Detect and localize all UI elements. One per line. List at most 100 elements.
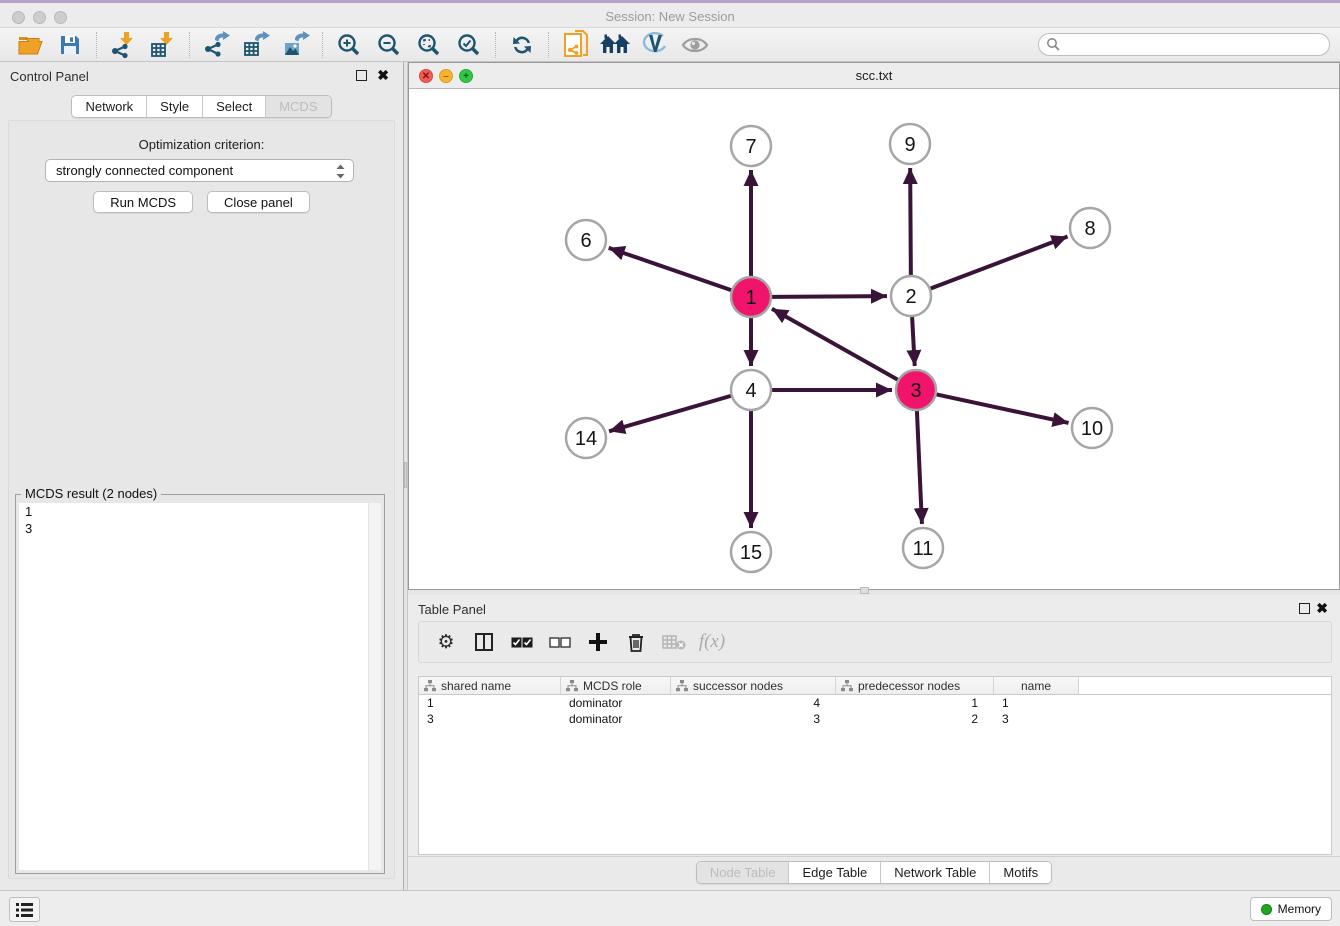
cell-predecessor-nodes[interactable]: 1 <box>836 695 994 711</box>
home-networks-icon[interactable] <box>595 29 635 61</box>
status-bar: Memory <box>0 890 1340 926</box>
run-mcds-button[interactable]: Run MCDS <box>93 191 193 213</box>
graph-edge-2-8[interactable] <box>931 237 1068 289</box>
list-icon <box>16 903 33 917</box>
control-panel-close-icon[interactable]: ✖ <box>377 67 389 83</box>
table-header: shared name MCDS role successor nodes pr… <box>419 676 1331 695</box>
zoom-fit-icon[interactable] <box>409 29 449 61</box>
optimization-criterion-select[interactable]: strongly connected component <box>45 159 354 182</box>
memory-label: Memory <box>1278 902 1321 916</box>
cell-mcds-role[interactable]: dominator <box>561 695 671 711</box>
chevron-up-down-icon <box>335 163 346 180</box>
table-panel: Table Panel ✖ ⚙ f(x) shared name <box>408 595 1340 890</box>
task-history-button[interactable] <box>9 897 40 922</box>
delete-table-icon <box>657 625 691 659</box>
export-image-icon[interactable] <box>276 29 316 61</box>
column-type-icon <box>566 680 578 692</box>
tab-select[interactable]: Select <box>203 96 266 117</box>
network-view-frame: ✕ – + scc.txt 7968124314101511 <box>408 62 1340 590</box>
control-panel-tabs: Network Style Select MCDS <box>71 95 331 118</box>
divider-handle[interactable] <box>860 587 869 594</box>
graph-node-label: 4 <box>745 380 756 402</box>
cell-shared-name[interactable]: 1 <box>419 695 561 711</box>
tab-motifs[interactable]: Motifs <box>990 862 1051 883</box>
header-filler <box>1079 676 1331 695</box>
graph-edge-2-3[interactable] <box>912 317 915 366</box>
cell-name[interactable]: 1 <box>994 695 1079 711</box>
import-table-icon[interactable] <box>143 29 183 61</box>
result-scrollbar[interactable] <box>368 503 381 870</box>
mcds-result-textarea[interactable]: 1 3 <box>19 503 381 870</box>
table-settings-icon[interactable]: ⚙ <box>429 625 463 659</box>
graph-node-label: 11 <box>913 538 934 560</box>
vizmapper-icon[interactable] <box>635 29 675 61</box>
cell-name[interactable]: 3 <box>994 711 1079 727</box>
select-all-columns-icon[interactable] <box>505 625 539 659</box>
export-network-icon[interactable] <box>196 29 236 61</box>
network-canvas[interactable]: 7968124314101511 <box>409 89 1339 589</box>
close-panel-button[interactable]: Close panel <box>207 191 310 213</box>
graph-edge-2-9[interactable] <box>910 168 911 275</box>
mcds-result-line: 3 <box>19 520 381 537</box>
tab-network[interactable]: Network <box>72 96 147 117</box>
delete-columns-icon[interactable] <box>619 625 653 659</box>
column-header-successor-nodes[interactable]: successor nodes <box>671 676 836 695</box>
graph-edge-1-6[interactable] <box>609 248 731 290</box>
table-panel-close-icon[interactable]: ✖ <box>1316 600 1328 616</box>
deselect-all-columns-icon[interactable] <box>543 625 577 659</box>
column-header-mcds-role[interactable]: MCDS role <box>561 676 671 695</box>
tab-style[interactable]: Style <box>147 96 203 117</box>
tab-network-table[interactable]: Network Table <box>881 862 990 883</box>
tab-node-table[interactable]: Node Table <box>697 862 790 883</box>
network-frame-title: scc.txt <box>409 68 1339 83</box>
toolbar-separator <box>322 32 323 58</box>
memory-button[interactable]: Memory <box>1250 897 1332 921</box>
mcds-panel: Optimization criterion: strongly connect… <box>8 120 395 879</box>
table-panel-title: Table Panel <box>418 602 486 617</box>
save-session-icon[interactable] <box>50 29 90 61</box>
splitter-handle[interactable] <box>404 462 407 488</box>
graph-node-label: 2 <box>905 286 916 308</box>
refresh-view-icon[interactable] <box>502 29 542 61</box>
graph-node-label: 3 <box>910 380 921 402</box>
graph-edge-3-10[interactable] <box>937 394 1069 423</box>
cell-mcds-role[interactable]: dominator <box>561 711 671 727</box>
cell-shared-name[interactable]: 3 <box>419 711 561 727</box>
import-network-icon[interactable] <box>103 29 143 61</box>
zoom-out-icon[interactable] <box>369 29 409 61</box>
column-header-predecessor-nodes[interactable]: predecessor nodes <box>836 676 994 695</box>
graph-edge-1-2[interactable] <box>772 296 887 297</box>
window-title: Session: New Session <box>0 9 1340 24</box>
graph-edge-4-14[interactable] <box>609 396 731 431</box>
table-tabs: Node Table Edge Table Network Table Moti… <box>696 861 1052 884</box>
column-header-shared-name[interactable]: shared name <box>419 676 561 695</box>
network-frame-titlebar: ✕ – + scc.txt <box>409 63 1339 89</box>
optimization-criterion-value: strongly connected component <box>56 163 233 178</box>
zoom-selected-icon[interactable] <box>449 29 489 61</box>
export-table-icon[interactable] <box>236 29 276 61</box>
column-header-name[interactable]: name <box>994 676 1079 695</box>
control-panel-float-icon[interactable] <box>356 70 367 81</box>
zoom-in-icon[interactable] <box>329 29 369 61</box>
table-row[interactable]: 3 dominator 3 2 3 <box>419 711 1331 727</box>
toolbar-separator <box>548 32 549 58</box>
create-network-from-file-icon[interactable] <box>555 29 595 61</box>
cell-successor-nodes[interactable]: 3 <box>671 711 836 727</box>
apply-function-icon: f(x) <box>695 625 729 659</box>
search-input[interactable] <box>1038 33 1330 56</box>
graph-edge-3-1[interactable] <box>772 309 898 380</box>
tab-edge-table[interactable]: Edge Table <box>789 862 881 883</box>
table-panel-float-icon[interactable] <box>1299 603 1310 614</box>
graph-edge-3-11[interactable] <box>917 411 922 524</box>
cell-predecessor-nodes[interactable]: 2 <box>836 711 994 727</box>
mcds-result-group: MCDS result (2 nodes) 1 3 <box>15 494 385 874</box>
add-column-icon[interactable] <box>581 625 615 659</box>
graph-node-label: 9 <box>904 134 915 156</box>
cell-successor-nodes[interactable]: 4 <box>671 695 836 711</box>
table-row[interactable]: 1 dominator 4 1 1 <box>419 695 1331 711</box>
graph-node-label: 15 <box>740 542 762 564</box>
tab-mcds[interactable]: MCDS <box>266 96 330 117</box>
open-session-icon[interactable] <box>10 29 50 61</box>
toolbar-separator <box>495 32 496 58</box>
toggle-panes-icon[interactable] <box>467 625 501 659</box>
